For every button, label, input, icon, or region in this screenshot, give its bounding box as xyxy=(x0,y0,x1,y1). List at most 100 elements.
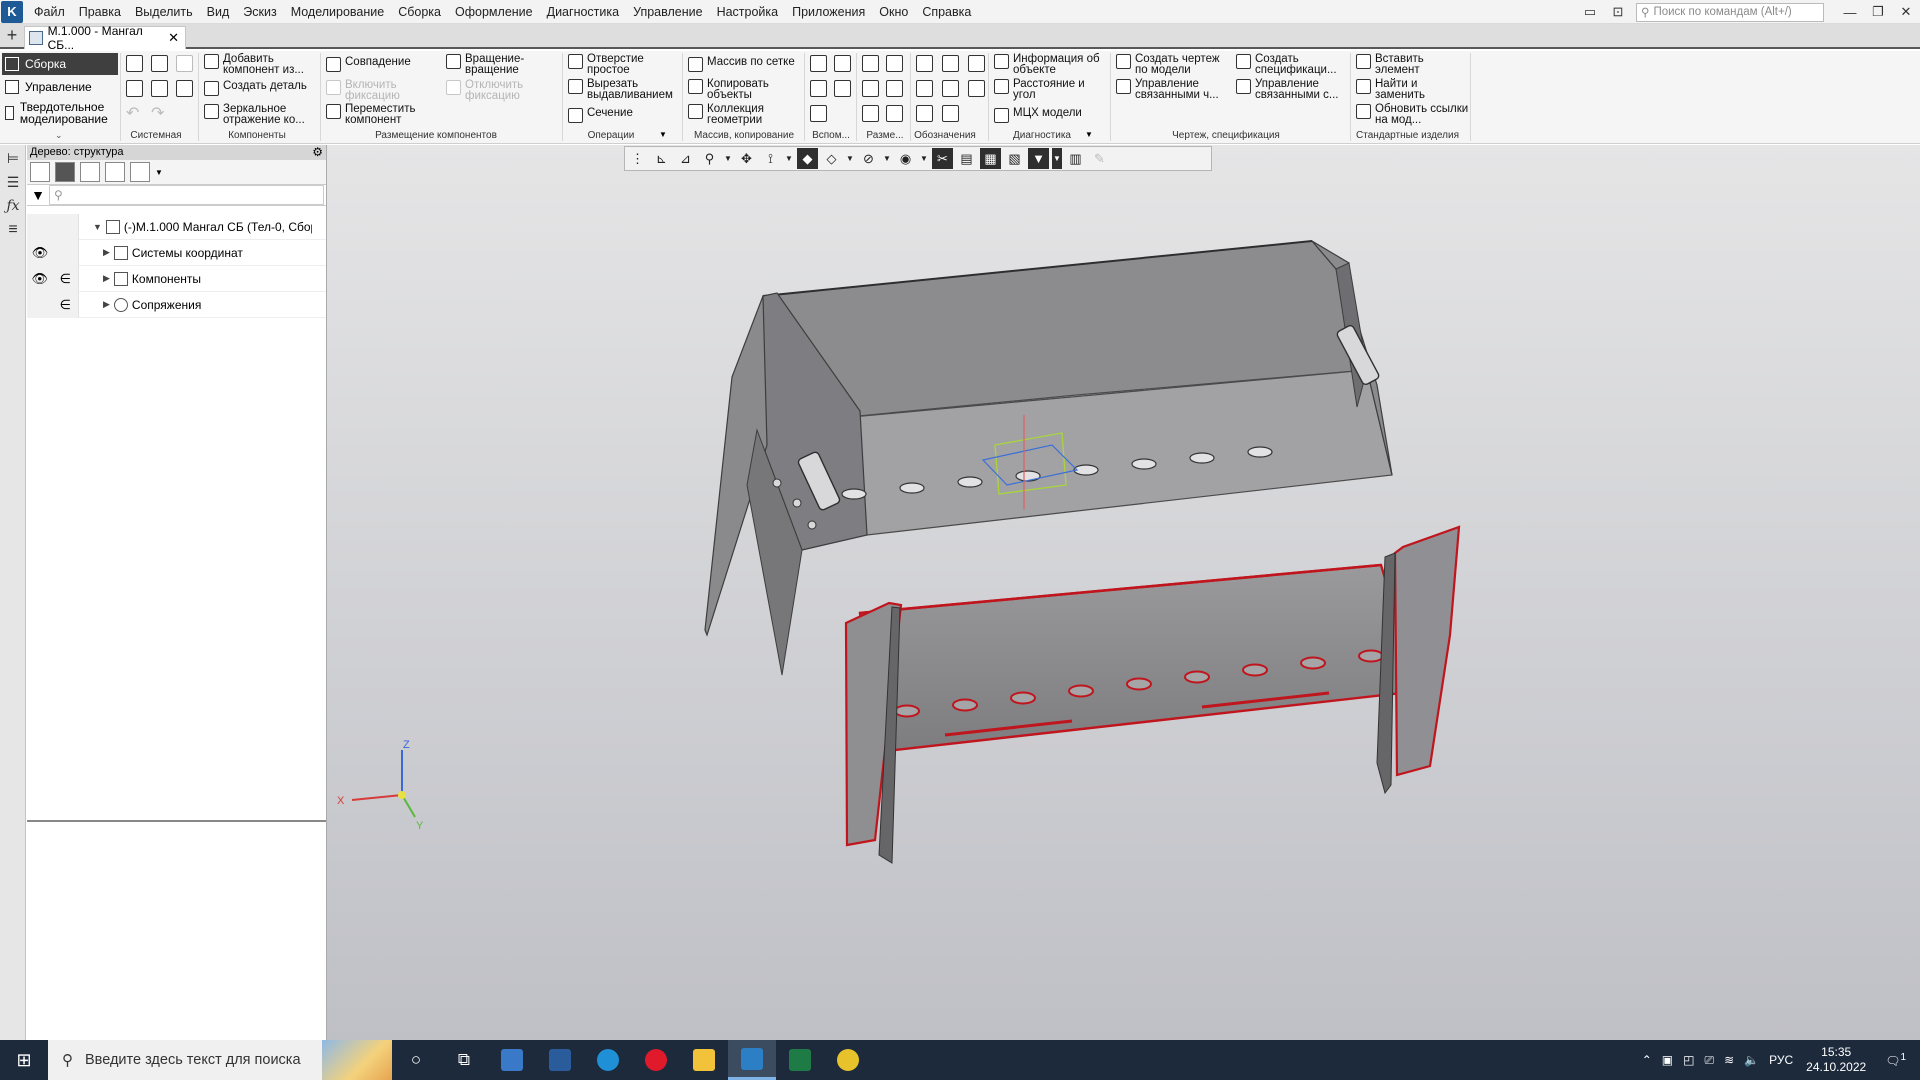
chevron-up-icon[interactable]: ⌃ xyxy=(1642,1053,1652,1067)
restore-icon[interactable]: ❐ xyxy=(1864,0,1892,24)
mirror-component-button[interactable]: Зеркальное отражение ко... xyxy=(204,103,316,126)
expand-arrow-icon[interactable]: ▶ xyxy=(103,273,110,284)
create-spec-button[interactable]: Создать спецификаци... xyxy=(1236,53,1346,76)
dim-radial-icon[interactable] xyxy=(886,55,903,72)
add-component-button[interactable]: Добавить компонент из... xyxy=(204,53,316,76)
excel-icon[interactable] xyxy=(776,1040,824,1080)
mode-assembly[interactable]: Сборка xyxy=(2,53,118,75)
new-file-icon[interactable] xyxy=(126,55,143,72)
dim-chain-icon[interactable] xyxy=(886,105,903,122)
distance-angle-button[interactable]: Расстояние и угол xyxy=(994,78,1110,101)
tree-node-components[interactable]: 👁 ∈ ▶ Компоненты xyxy=(27,265,326,292)
new-document-button[interactable]: + xyxy=(3,26,21,45)
tree-build-order-icon[interactable] xyxy=(55,162,75,182)
tree-search-input[interactable] xyxy=(49,185,324,205)
include-icon[interactable]: ∈ xyxy=(53,297,79,313)
kompas-taskbar-icon[interactable] xyxy=(728,1040,776,1080)
menu-management[interactable]: Управление xyxy=(626,0,710,24)
menu-diagnostics[interactable]: Диагностика xyxy=(540,0,626,24)
save-all-icon[interactable] xyxy=(176,80,193,97)
menu-window[interactable]: Окно xyxy=(872,0,915,24)
menu-sketch[interactable]: Эскиз xyxy=(236,0,283,24)
open-file-icon[interactable] xyxy=(151,55,168,72)
base-icon[interactable] xyxy=(916,80,933,97)
edge-icon[interactable] xyxy=(584,1040,632,1080)
app-tray-icon[interactable]: ▣ xyxy=(1662,1053,1673,1067)
collapse-modes-icon[interactable]: ⌄ xyxy=(55,130,63,141)
move-component-button[interactable]: Переместить компонент xyxy=(326,103,436,126)
diagnostics-dropdown-icon[interactable]: ▼ xyxy=(1085,130,1093,139)
weld-icon[interactable] xyxy=(916,105,933,122)
operations-dropdown-icon[interactable]: ▼ xyxy=(659,130,667,139)
aux-axis-icon[interactable] xyxy=(834,55,851,72)
roughness-icon[interactable] xyxy=(968,55,985,72)
front-right-leg[interactable] xyxy=(1393,525,1461,777)
document-tab[interactable]: М.1.000 - Мангал СБ... ✕ xyxy=(24,24,186,52)
properties-icon[interactable]: ☰ xyxy=(4,173,22,191)
grill-model[interactable] xyxy=(704,240,1461,864)
preview-icon[interactable] xyxy=(151,80,168,97)
minimize-icon[interactable]: — xyxy=(1836,0,1864,24)
expand-arrow-icon[interactable]: ▶ xyxy=(103,299,110,310)
object-info-button[interactable]: Информация об объекте xyxy=(994,53,1110,76)
dim-diameter-icon[interactable] xyxy=(886,80,903,97)
camera-icon[interactable]: ◰ xyxy=(1683,1053,1694,1067)
cortana-icon[interactable]: ○ xyxy=(392,1040,440,1080)
section-button[interactable]: Сечение xyxy=(568,107,680,123)
create-part-button[interactable]: Создать деталь xyxy=(204,80,316,96)
taskbar-search-box[interactable]: ⚲ Введите здесь текст для поиска xyxy=(48,1040,392,1080)
tree-node-coordinate-systems[interactable]: 👁 ▶ Системы координат xyxy=(27,239,326,266)
tree-panel-icon[interactable]: ⊨ xyxy=(4,149,22,167)
tree-select-icon[interactable] xyxy=(105,162,125,182)
close-tab-icon[interactable]: ✕ xyxy=(168,30,179,46)
eye-icon[interactable]: 👁 xyxy=(27,245,53,261)
3d-viewport[interactable]: ⋮ ⊾ ⊿ ⚲ ▼ ✥ ⟟ ▼ ◆ ◇ ▼ ⊘ ▼ ◉ ▼ ✂ ▤ ▦ ▧ ▼ … xyxy=(327,145,1920,1040)
opera-icon[interactable] xyxy=(632,1040,680,1080)
position-icon[interactable] xyxy=(942,55,959,72)
disable-fix-button[interactable]: Отключить фиксацию xyxy=(446,79,556,102)
thread-icon[interactable] xyxy=(942,105,959,122)
geometry-collection-button[interactable]: Коллекция геометрии xyxy=(688,103,802,126)
input-language[interactable]: РУС xyxy=(1769,1053,1793,1067)
menu-assembly[interactable]: Сборка xyxy=(391,0,448,24)
coincidence-button[interactable]: Совпадение xyxy=(326,56,436,72)
tree-sort-dropdown-icon[interactable]: ▼ xyxy=(155,168,163,177)
close-icon[interactable]: ✕ xyxy=(1892,0,1920,24)
tree-root-row[interactable]: ▼ (-) М.1.000 Мангал СБ (Тел-0, Сбор xyxy=(27,213,326,240)
mode-management[interactable]: Управление xyxy=(2,77,118,97)
wifi-icon[interactable]: ≋ xyxy=(1724,1053,1734,1067)
menu-design[interactable]: Оформление xyxy=(448,0,540,24)
layout-icon[interactable]: ▭ xyxy=(1576,0,1604,24)
dim-angle-icon[interactable] xyxy=(862,80,879,97)
file-explorer-icon[interactable] xyxy=(680,1040,728,1080)
aux-line-icon[interactable] xyxy=(810,105,827,122)
network-icon[interactable]: ⎚ xyxy=(1704,1053,1714,1068)
menu-edit[interactable]: Правка xyxy=(72,0,128,24)
redo-icon[interactable]: ↷ xyxy=(151,103,164,123)
manage-linked-drawings-button[interactable]: Управление связанными ч... xyxy=(1116,78,1230,101)
task-view-icon[interactable]: ⧉ xyxy=(440,1040,488,1080)
update-links-button[interactable]: Обновить ссылки на мод... xyxy=(1356,103,1470,126)
mark-icon[interactable] xyxy=(968,80,985,97)
undo-icon[interactable]: ↶ xyxy=(126,103,139,123)
mode-solid-modeling[interactable]: Твердотельное моделирование xyxy=(2,101,120,125)
leader-icon[interactable] xyxy=(916,55,933,72)
screen-mode-icon[interactable]: ⊡ xyxy=(1604,0,1632,24)
expand-arrow-icon[interactable]: ▶ xyxy=(103,247,110,258)
tree-node-mates[interactable]: ·∈ ▶ Сопряжения xyxy=(27,291,326,318)
copy-objects-button[interactable]: Копировать объекты xyxy=(688,78,802,101)
tolerance-icon[interactable] xyxy=(942,80,959,97)
variables-icon[interactable]: ƒx xyxy=(4,197,22,215)
dim-auto-icon[interactable] xyxy=(862,105,879,122)
menu-modeling[interactable]: Моделирование xyxy=(284,0,392,24)
steam-like-app-icon[interactable] xyxy=(536,1040,584,1080)
tree-links-icon[interactable] xyxy=(80,162,100,182)
tree-sort-icon[interactable] xyxy=(130,162,150,182)
find-replace-button[interactable]: Найти и заменить xyxy=(1356,78,1466,101)
mass-props-button[interactable]: МЦХ модели xyxy=(994,107,1110,123)
menu-file[interactable]: Файл xyxy=(27,0,72,24)
menu-help[interactable]: Справка xyxy=(915,0,978,24)
notifications-icon[interactable]: 🗨1 xyxy=(1885,1052,1906,1068)
extrude-cut-button[interactable]: Вырезать выдавливанием xyxy=(568,78,680,101)
menu-select[interactable]: Выделить xyxy=(128,0,200,24)
